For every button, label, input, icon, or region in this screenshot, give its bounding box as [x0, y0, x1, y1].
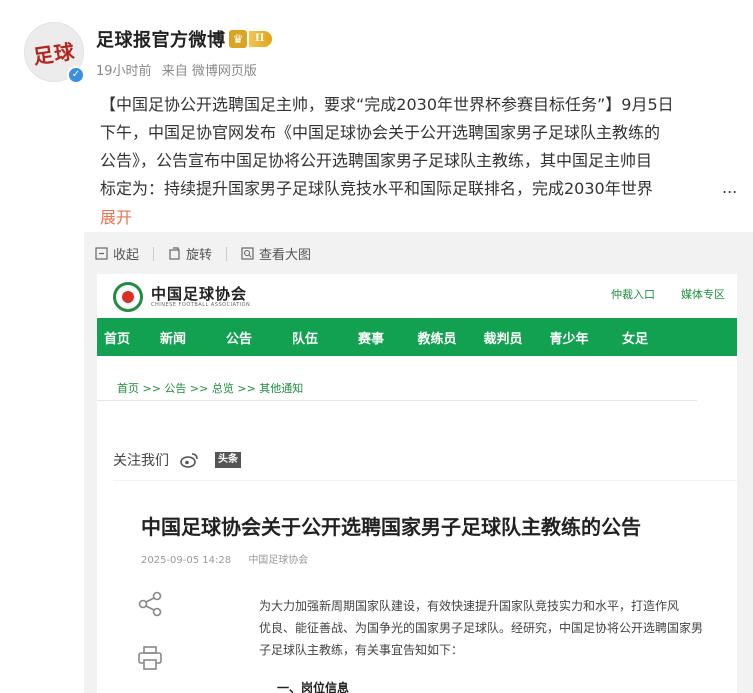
article: 中国足球协会关于公开选聘国家男子足球队主教练的公告 2025-09-05 14:…: [113, 480, 737, 693]
collapse-label: 收起: [113, 248, 140, 263]
rotate-icon: [169, 247, 180, 260]
author-name[interactable]: 足球报官方微博: [96, 26, 226, 52]
cfa-name: 中国足球协会: [151, 285, 248, 303]
verified-icon: ✓: [67, 66, 85, 84]
toolbar-divider: [153, 246, 155, 261]
share-icon: [138, 591, 162, 617]
post-text-line: 下午，中国足协官网发布《中国足球协会关于公开选聘国家男子足球队主教练的: [100, 123, 661, 142]
follow-label: 关注我们: [113, 453, 169, 469]
nav-item: 首页: [103, 331, 130, 347]
badge-level: II: [249, 31, 273, 47]
section-heading: 一、岗位信息: [277, 681, 350, 693]
weibo-icon: [180, 453, 198, 468]
cfa-logo: [113, 282, 143, 312]
member-badge[interactable]: ♛ II: [229, 30, 273, 48]
collapse-icon: [95, 247, 108, 260]
view-large-label: 查看大图: [259, 248, 312, 263]
article-body-line: 优良、能征善战、为国争光的国家男子足球队。经研究，中国足协将公开选聘国家男: [259, 621, 704, 635]
post-text-line: 【中国足协公开选聘国足主帅，要求“完成2030年世界杯参赛目标任务”】9月5日: [100, 95, 674, 114]
ellipsis: ...: [722, 178, 738, 197]
nav-item: 女足: [621, 331, 648, 347]
article-meta: 2025-09-05 14:28 中国足球协会: [141, 551, 322, 566]
avatar-text: 足球: [31, 38, 77, 69]
nav-item: 队伍: [291, 331, 318, 347]
nav-item: 教练员: [417, 331, 457, 347]
collapse-button[interactable]: 收起: [95, 244, 139, 263]
article-body-line: 为大力加强新周期国家队建设，有效快速提升国家队竞技实力和水平，打造作风: [259, 599, 680, 613]
magnify-icon: [241, 247, 254, 260]
nav-item: 新闻: [159, 331, 186, 347]
view-large-button[interactable]: 查看大图: [241, 244, 311, 263]
nav-item: 裁判员: [483, 331, 523, 347]
site-nav: 首页 新闻 公告 队伍 赛事 教练员 裁判员 青少年 女足: [97, 318, 737, 356]
nav-item: 公告: [225, 331, 252, 347]
post-time[interactable]: 19小时前: [96, 64, 152, 79]
article-body-line: 子足球队主教练，有关事宜告知如下：: [259, 643, 464, 657]
post-meta: 19小时前 来自 微博网页版: [96, 60, 263, 79]
print-icon: [138, 646, 162, 670]
rotate-label: 旋转: [186, 248, 213, 263]
rotate-button[interactable]: 旋转: [168, 244, 212, 263]
media-link: 媒体专区: [681, 288, 725, 301]
post-text: 【中国足协公开选聘国足主帅，要求“完成2030年世界杯参赛目标任务”】9月5日 …: [100, 91, 740, 203]
expand-link[interactable]: 展开: [100, 204, 132, 228]
toolbar-divider: [226, 246, 228, 261]
toutiao-icon: 头条: [215, 452, 241, 468]
article-date: 2025-09-05 14:28: [141, 555, 232, 566]
article-title: 中国足球协会关于公开选聘国家男子足球队主教练的公告: [141, 515, 641, 539]
article-publisher: 中国足球协会: [248, 555, 309, 566]
top-links: 仲裁入口 媒体专区: [585, 286, 725, 302]
post-image[interactable]: 中国足球协会 CHINESE FOOTBALL ASSOCIATION 仲裁入口…: [97, 274, 737, 693]
arbitration-link: 仲裁入口: [611, 288, 655, 301]
image-toolbar: 收起 旋转 查看大图: [95, 244, 325, 263]
post-source: 来自 微博网页版: [161, 64, 257, 79]
nav-item: 赛事: [357, 331, 384, 347]
nav-item: 青少年: [549, 331, 589, 347]
crown-icon: ♛: [229, 30, 247, 48]
article-body: 为大力加强新周期国家队建设，有效快速提升国家队竞技实力和水平，打造作风 优良、能…: [259, 595, 729, 661]
post-text-line: 标定为：持续提升国家男子足球队竞技水平和国际足联排名，完成2030年世界: [100, 179, 653, 198]
post-text-line: 公告》，公告宣布中国足协将公开选聘国家男子足球队主教练，其中国足主帅目: [100, 151, 653, 170]
breadcrumb: 首页 >> 公告 >> 总览 >> 其他通知: [117, 382, 304, 395]
divider: [97, 400, 697, 401]
cfa-name-en: CHINESE FOOTBALL ASSOCIATION: [151, 302, 251, 308]
follow-us: 关注我们 头条: [113, 450, 241, 470]
